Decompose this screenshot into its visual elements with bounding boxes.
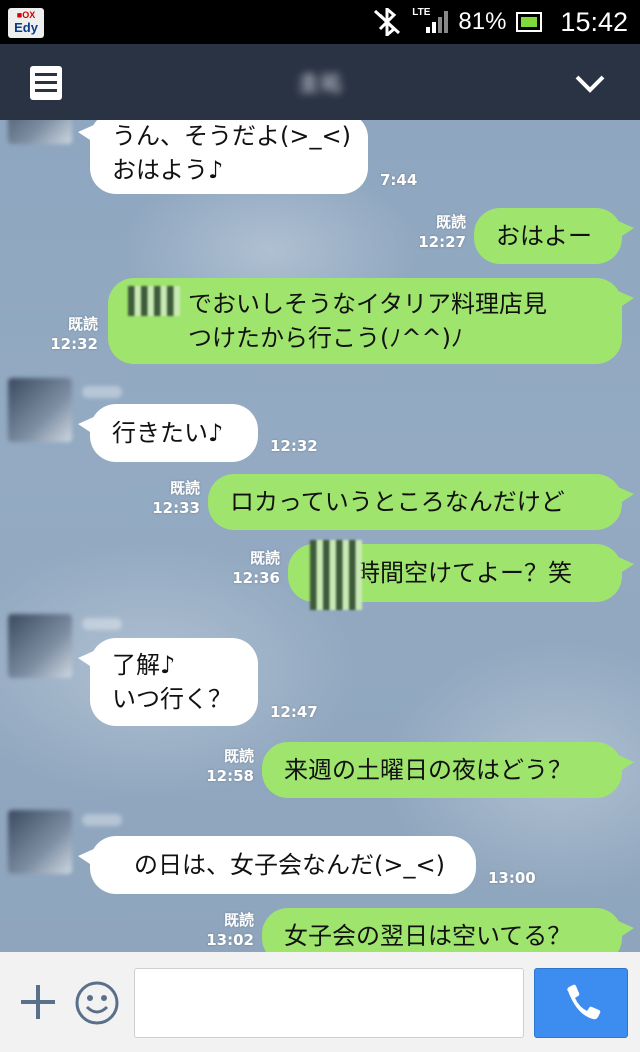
call-button[interactable] <box>534 968 628 1038</box>
message-bubble-outgoing[interactable]: 女子会の翌日は空いてる？ <box>262 908 634 952</box>
message-meta: 7:44 <box>380 170 417 190</box>
read-receipt: 既読 <box>435 213 466 231</box>
message-input[interactable] <box>134 968 524 1038</box>
bluetooth-off-icon <box>374 8 401 36</box>
message-text: おはよー <box>496 222 592 250</box>
edy-icon-bottom-text: Edy <box>14 20 38 35</box>
smiley-icon[interactable] <box>74 980 120 1026</box>
message-text: ロカっていうところなんだけど <box>230 488 565 516</box>
message-text: 了解♪ <box>112 651 176 679</box>
message-time: 13:00 <box>488 869 536 887</box>
chat-title[interactable]: 圭祐 <box>270 66 370 100</box>
menu-icon[interactable] <box>30 66 62 100</box>
message-text: でおいしそうなイタリア料理店見 <box>188 290 548 318</box>
message-text: おはよう♪ <box>112 156 224 184</box>
chat-area[interactable]: うん、そうだよ(>_<) おはよう♪ 7:44 既読 12:27 おはよー 既読… <box>0 120 640 952</box>
message-bubble-outgoing[interactable]: ロカっていうところなんだけど <box>208 474 634 530</box>
avatar[interactable] <box>8 614 72 678</box>
message-meta: 12:32 <box>270 436 318 456</box>
avatar[interactable] <box>8 810 72 874</box>
message-text: いつ行く？ <box>112 685 232 713</box>
chevron-down-icon[interactable] <box>574 70 606 98</box>
message-time: 12:32 <box>50 335 98 353</box>
message-meta: 12:47 <box>270 702 318 722</box>
message-time: 12:47 <box>270 703 318 721</box>
network-type: LTE <box>412 6 431 18</box>
read-receipt: 既読 <box>169 479 200 497</box>
read-receipt: 既読 <box>249 549 280 567</box>
message-meta: 既読 13:02 <box>188 910 254 950</box>
message-meta: 13:00 <box>488 868 536 888</box>
message-text: つけたから行こう(ﾉ^^)ﾉ <box>188 324 463 352</box>
message-meta: 既読 12:58 <box>188 746 254 786</box>
message-meta: 既読 12:36 <box>214 548 280 588</box>
message-bubble-incoming[interactable]: 行きたい♪ <box>78 404 258 462</box>
message-time: 12:27 <box>418 233 466 251</box>
message-time: 12:58 <box>206 767 254 785</box>
message-bubble-outgoing[interactable]: でおいしそうなイタリア料理店見 つけたから行こう(ﾉ^^)ﾉ <box>108 278 634 364</box>
read-receipt: 既読 <box>67 315 98 333</box>
message-time: 12:32 <box>270 437 318 455</box>
sender-name <box>82 618 122 630</box>
plus-icon[interactable] <box>18 982 58 1022</box>
phone-icon <box>567 984 601 1020</box>
battery-icon <box>516 12 543 32</box>
message-meta: 既読 12:27 <box>400 212 466 252</box>
message-text: 来週の土曜日の夜はどう？ <box>284 756 572 784</box>
message-bubble-outgoing[interactable]: 来週の土曜日の夜はどう？ <box>262 742 634 798</box>
avatar[interactable] <box>8 120 72 144</box>
edy-app-icon: ■OX Edy <box>8 8 44 38</box>
message-text: の日は、女子会なんだ(>_<) <box>134 851 445 879</box>
message-time: 12:36 <box>232 569 280 587</box>
sender-name <box>82 386 122 398</box>
message-text: 女子会の翌日は空いてる？ <box>284 922 572 950</box>
message-time: 13:02 <box>206 931 254 949</box>
message-text: 時間空けてよー？笑 <box>356 559 572 587</box>
read-receipt: 既読 <box>223 747 254 765</box>
blurred-text <box>128 286 180 316</box>
status-bar: ■OX Edy LTE 81% 15:42 <box>0 0 640 44</box>
sender-name <box>82 814 122 826</box>
message-bubble-incoming[interactable]: うん、そうだよ(>_<) おはよう♪ <box>78 120 368 194</box>
message-meta: 既読 12:33 <box>134 478 200 518</box>
read-receipt: 既読 <box>223 911 254 929</box>
message-text: 行きたい♪ <box>112 419 224 447</box>
status-clock: 15:42 <box>560 6 628 37</box>
message-time: 7:44 <box>380 171 418 189</box>
message-bubble-incoming[interactable]: 了解♪ いつ行く？ <box>78 638 258 726</box>
message-meta: 既読 12:32 <box>32 314 98 354</box>
message-text: うん、そうだよ(>_<) <box>112 122 351 150</box>
message-bubble-outgoing[interactable]: おはよー <box>474 208 634 264</box>
message-bubble-incoming[interactable]: の日は、女子会なんだ(>_<) <box>78 836 476 894</box>
avatar[interactable] <box>8 378 72 442</box>
chat-header: 圭祐 <box>0 44 640 120</box>
blurred-sticker <box>310 540 362 610</box>
message-time: 12:33 <box>152 499 200 517</box>
battery-percent: 81% <box>458 8 507 35</box>
